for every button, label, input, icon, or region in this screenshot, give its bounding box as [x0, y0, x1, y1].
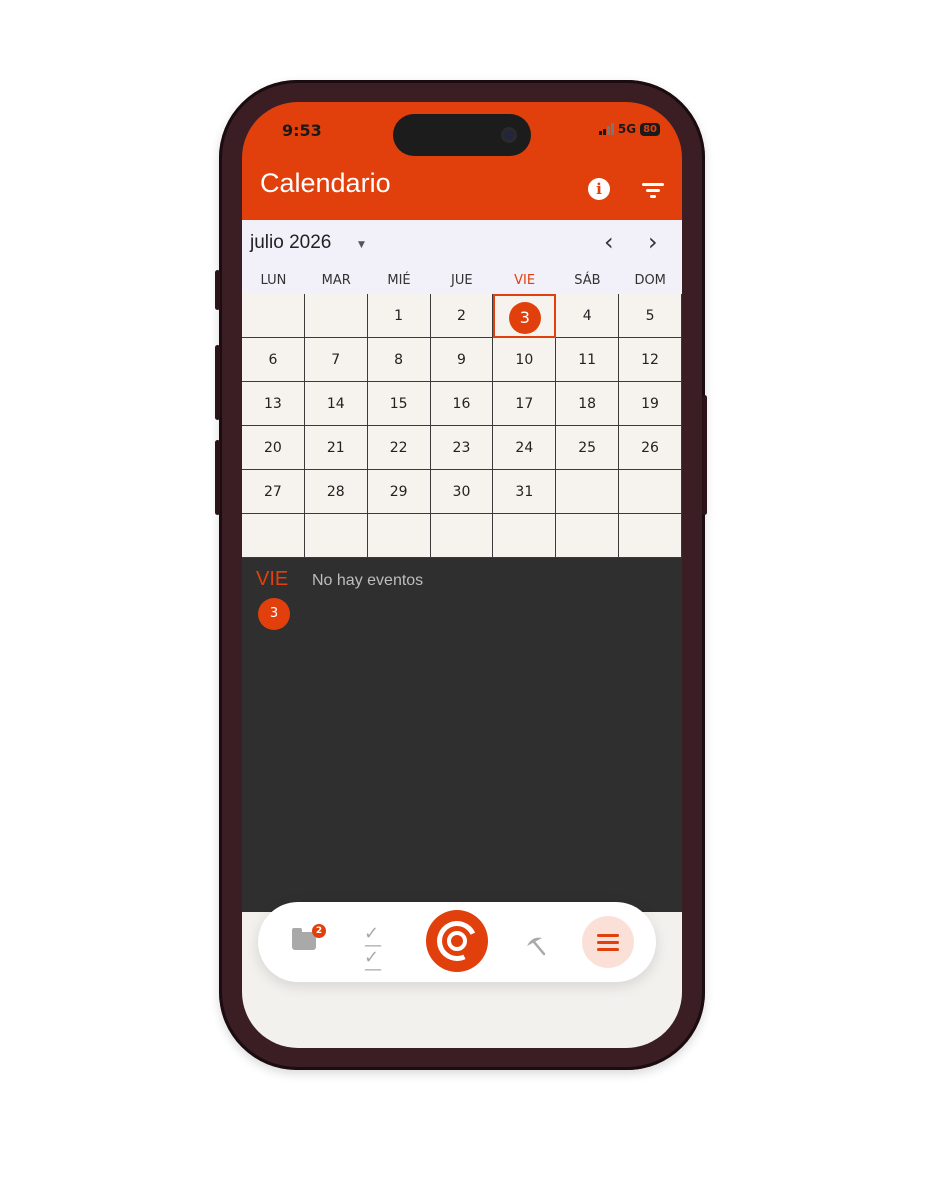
event-day-number: 3	[258, 598, 290, 630]
weekday-label: VIE	[514, 273, 536, 288]
day-cell[interactable]: 17	[493, 382, 557, 426]
empty-day-cell	[619, 470, 682, 514]
side-button	[215, 270, 220, 310]
day-cell[interactable]: 19	[619, 382, 682, 426]
status-time: 9:53	[282, 121, 322, 140]
info-icon[interactable]: i	[588, 178, 610, 200]
day-cell[interactable]: 6	[242, 338, 305, 382]
status-indicators: 5G 80	[598, 122, 660, 136]
day-cell[interactable]: 8	[367, 338, 431, 382]
day-cell[interactable]: 24	[493, 426, 557, 470]
weekday-label: LUN	[260, 273, 287, 288]
day-cell[interactable]: 12	[619, 338, 682, 382]
day-cell[interactable]: 15	[367, 382, 431, 426]
dynamic-island	[393, 114, 531, 156]
caret-down-icon[interactable]: ▼	[358, 240, 365, 250]
day-cell[interactable]: 22	[367, 426, 431, 470]
day-cell[interactable]: 28	[304, 470, 368, 514]
empty-day-cell	[242, 514, 305, 558]
folder-badge: 2	[312, 924, 326, 938]
day-cell[interactable]: 26	[619, 426, 682, 470]
empty-day-cell	[430, 514, 494, 558]
app-header: 9:53 5G 80 Calendario i	[242, 102, 682, 220]
weekday-label: MAR	[321, 273, 351, 288]
day-cell[interactable]: 30	[430, 470, 494, 514]
umbrella-icon[interactable]	[524, 934, 550, 956]
day-cell[interactable]: 1	[367, 294, 431, 338]
empty-day-cell	[304, 294, 368, 338]
selected-day-marker: 3	[508, 302, 541, 334]
target-icon-center	[447, 931, 467, 951]
weekday-label: JUE	[451, 273, 473, 288]
day-cell[interactable]: 25	[556, 426, 620, 470]
weekday-label: DOM	[634, 273, 666, 288]
empty-day-cell	[242, 294, 305, 338]
bottom-nav: 2 ✓— ✓—	[258, 902, 656, 982]
empty-day-cell	[556, 470, 620, 514]
empty-day-cell	[367, 514, 431, 558]
volume-up-button	[215, 345, 220, 420]
checklist-icon[interactable]: ✓— ✓—	[364, 925, 394, 979]
day-cell-selected[interactable]: 3	[493, 294, 557, 338]
day-cell[interactable]: 16	[430, 382, 494, 426]
day-cell[interactable]: 5	[619, 294, 682, 338]
day-cell[interactable]: 7	[304, 338, 368, 382]
day-cell[interactable]: 4	[556, 294, 620, 338]
app-screen: 9:53 5G 80 Calendario i julio 2026 ▼ ‹ ›…	[242, 102, 682, 1048]
day-cell[interactable]: 9	[430, 338, 494, 382]
weekday-label: SÁB	[574, 273, 601, 288]
event-day-label: VIE	[256, 568, 289, 590]
day-cell[interactable]: 2	[430, 294, 494, 338]
day-cell[interactable]: 21	[304, 426, 368, 470]
empty-day-cell	[619, 514, 682, 558]
day-cell[interactable]: 29	[367, 470, 431, 514]
events-panel: VIE 3 No hay eventos	[242, 558, 682, 918]
month-header: julio 2026 ▼ ‹ ›	[242, 220, 682, 266]
day-cell[interactable]: 23	[430, 426, 494, 470]
day-cell[interactable]: 10	[493, 338, 557, 382]
network-label: 5G	[617, 122, 637, 136]
month-selector[interactable]: julio 2026	[250, 232, 331, 254]
volume-down-button	[215, 440, 220, 515]
menu-button[interactable]	[582, 916, 634, 968]
weekday-label: MIÉ	[387, 273, 411, 288]
filter-icon[interactable]	[642, 181, 666, 199]
battery-icon: 80	[640, 122, 660, 136]
month-grid: 1 2 3 4 5 6 7 8 9 10 11 12 13 14 15 16 17 18 19 20 21 22 23 24 2…	[242, 294, 682, 558]
day-cell[interactable]: 20	[242, 426, 305, 470]
calendar: julio 2026 ▼ ‹ › LUN MAR MIÉ JUE VIE SÁB DOM 1…	[242, 220, 682, 558]
menu-icon	[597, 934, 619, 937]
chevron-left-icon[interactable]: ‹	[604, 228, 614, 256]
camera-icon	[501, 127, 517, 143]
day-cell[interactable]: 14	[304, 382, 368, 426]
empty-day-cell	[304, 514, 368, 558]
day-cell[interactable]: 27	[242, 470, 305, 514]
home-target-button[interactable]	[426, 910, 488, 972]
day-cell[interactable]: 11	[556, 338, 620, 382]
empty-day-cell	[556, 514, 620, 558]
power-button	[702, 395, 707, 515]
menu-icon-line	[597, 941, 619, 944]
chevron-right-icon[interactable]: ›	[648, 228, 658, 256]
weekday-header: LUN MAR MIÉ JUE VIE SÁB DOM	[242, 268, 682, 294]
day-cell[interactable]: 18	[556, 382, 620, 426]
day-cell[interactable]: 13	[242, 382, 305, 426]
empty-day-cell	[493, 514, 557, 558]
signal-icon	[598, 123, 614, 135]
page-title: Calendario	[260, 168, 391, 198]
day-cell[interactable]: 31	[493, 470, 557, 514]
menu-icon-line	[597, 948, 619, 951]
empty-events-text: No hay eventos	[312, 572, 424, 589]
